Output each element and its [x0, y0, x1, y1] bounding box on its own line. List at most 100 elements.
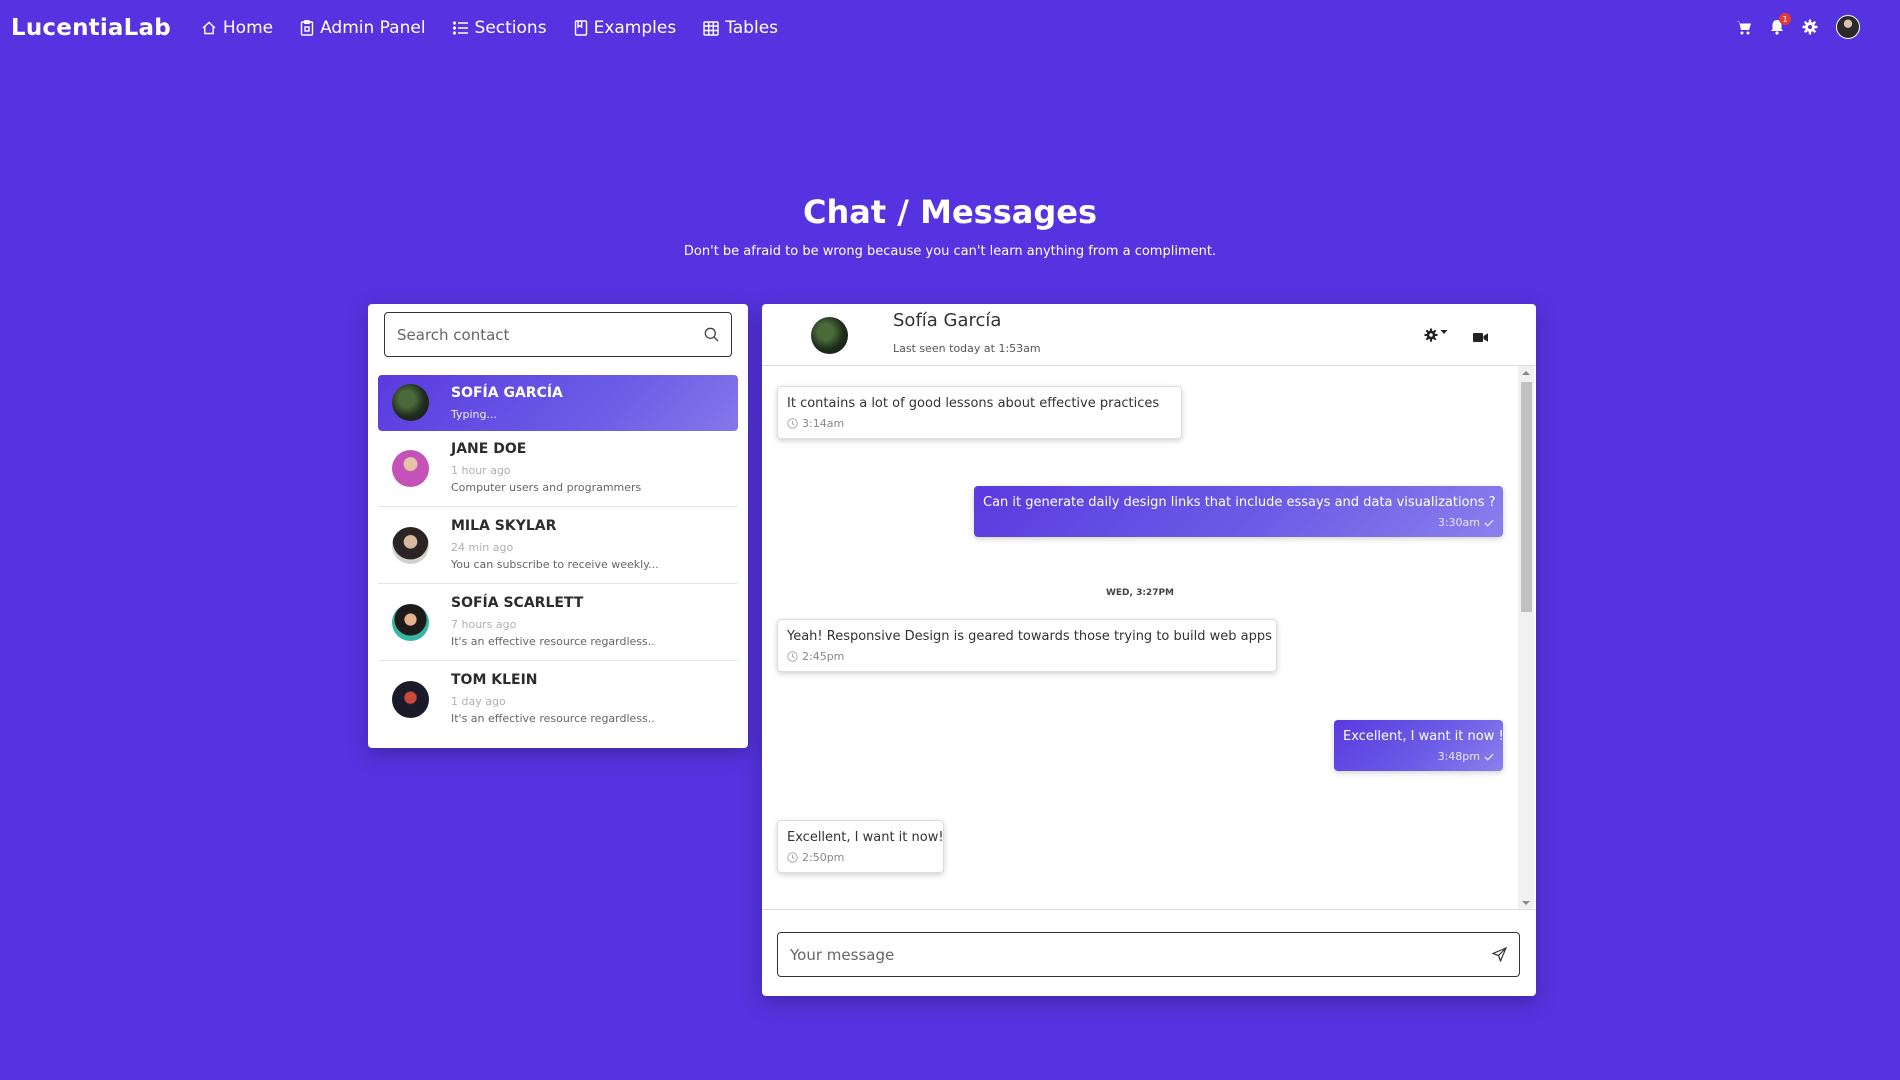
message-incoming: Yeah! Responsive Design is geared toward…: [777, 619, 1277, 672]
top-navbar: LucentiaLab Home Admin Panel Sections Ex…: [0, 0, 1900, 56]
notification-badge: 1: [1779, 13, 1791, 25]
contact-item-sofia-scarlett[interactable]: Sofía Scarlett 7 hours ago It's an effec…: [378, 585, 738, 661]
contact-name: Tom Klein: [451, 672, 538, 688]
message-outgoing: Can it generate daily design links that …: [974, 486, 1503, 537]
contact-name: Jane Doe: [451, 441, 527, 457]
message-time-label: 2:50pm: [802, 851, 845, 864]
message-input[interactable]: [790, 945, 1492, 964]
contact-preview: It's an effective resource regardless..: [451, 712, 655, 725]
gear-icon: [1424, 328, 1438, 342]
contact-status: 7 hours ago: [451, 618, 517, 631]
scrollbar-thumb[interactable]: [1521, 382, 1532, 612]
page-title: Chat / Messages: [802, 193, 1097, 231]
contact-preview: Computer users and programmers: [451, 481, 642, 494]
contacts-panel: Sofía García Typing... Jane Doe 1 hour a…: [368, 304, 748, 748]
message-text: Can it generate daily design links that …: [983, 495, 1496, 510]
contact-search-input[interactable]: [397, 325, 704, 344]
day-divider: WED, 3:27PM: [1105, 588, 1175, 598]
clipboard-icon: [300, 20, 314, 36]
send-button[interactable]: [1492, 947, 1507, 962]
contact-item-jane-doe[interactable]: Jane Doe 1 hour ago Computer users and p…: [378, 431, 738, 507]
contact-item-sofia-garcia[interactable]: Sofía García Typing...: [378, 375, 738, 431]
message-time-label: 2:45pm: [802, 650, 845, 663]
clock-icon: [787, 651, 798, 662]
message-text: Yeah! Responsive Design is geared toward…: [787, 629, 1272, 644]
nav-link-sections[interactable]: Sections: [452, 18, 547, 38]
bookmark-icon: [574, 20, 587, 36]
nav-link-home[interactable]: Home: [201, 18, 273, 38]
contact-name: Sofía García: [451, 385, 563, 401]
clock-icon: [787, 418, 798, 429]
message-time-label: 3:30am: [1437, 516, 1480, 529]
gear-icon: [1802, 19, 1818, 35]
page-subtitle: Don't be afraid to be wrong because you …: [683, 244, 1217, 259]
nav-link-label: Sections: [474, 18, 547, 38]
send-icon: [1492, 947, 1507, 962]
chat-messages: It contains a lot of good lessons about …: [762, 366, 1536, 909]
contact-avatar: [392, 527, 429, 564]
search-icon[interactable]: [704, 327, 719, 342]
video-camera-icon: [1473, 333, 1488, 342]
contact-item-mila-skylar[interactable]: Mila Skylar 24 min ago You can subscribe…: [378, 508, 738, 584]
navbar-actions: 1: [1718, 13, 1860, 39]
contact-item-tom-klein[interactable]: Tom Klein 1 day ago It's an effective re…: [378, 662, 738, 738]
message-incoming: Excellent, I want it now! 2:50pm: [777, 820, 944, 873]
scroll-down-arrow[interactable]: [1522, 901, 1530, 905]
message-text: Excellent, I want it now !: [1343, 729, 1504, 744]
contact-avatar: [392, 681, 429, 718]
contact-preview: You can subscribe to receive weekly...: [451, 558, 659, 571]
user-avatar[interactable]: [1836, 15, 1860, 39]
contact-status: 24 min ago: [451, 541, 514, 554]
message-time: 2:50pm: [787, 851, 934, 864]
message-text: It contains a lot of good lessons about …: [787, 396, 1160, 411]
chat-scrollbar[interactable]: [1518, 366, 1534, 909]
message-time-label: 3:48pm: [1437, 750, 1480, 763]
brand-logo[interactable]: LucentiaLab: [11, 15, 171, 41]
list-icon: [452, 21, 468, 35]
contact-preview: It's an effective resource regardless..: [451, 635, 655, 648]
contact-status: 1 hour ago: [451, 464, 511, 477]
scroll-up-arrow[interactable]: [1522, 371, 1530, 375]
contact-avatar: [392, 384, 429, 421]
chat-settings-dropdown[interactable]: [1424, 328, 1448, 342]
chat-contact-name: Sofía García: [893, 310, 1002, 331]
chat-panel: Sofía García Last seen today at 1:53am I…: [762, 304, 1536, 996]
video-call-button[interactable]: [1473, 328, 1488, 347]
message-time: 3:48pm: [1343, 750, 1494, 763]
nav-link-admin-panel[interactable]: Admin Panel: [300, 18, 426, 38]
notifications-button[interactable]: 1: [1770, 13, 1791, 35]
nav-link-label: Examples: [593, 18, 677, 38]
clock-icon: [787, 852, 798, 863]
nav-link-label: Tables: [725, 18, 779, 38]
nav-link-label: Home: [222, 18, 274, 38]
message-incoming: It contains a lot of good lessons about …: [777, 386, 1182, 439]
settings-button[interactable]: [1802, 19, 1818, 35]
contact-avatar: [392, 604, 429, 641]
nav-link-label: Admin Panel: [320, 18, 426, 38]
message-time: 2:45pm: [787, 650, 1267, 663]
home-icon: [202, 21, 216, 35]
cart-button[interactable]: [1736, 20, 1752, 35]
contact-name: Sofía Scarlett: [451, 595, 584, 611]
table-icon: [703, 20, 719, 36]
caret-down-icon: [1440, 330, 1448, 334]
contact-name: Mila Skylar: [451, 518, 557, 534]
check-icon: [1484, 753, 1494, 761]
message-time: 3:30am: [983, 516, 1494, 529]
chat-composer: [762, 909, 1536, 996]
chat-contact-avatar[interactable]: [811, 317, 848, 354]
message-text: Excellent, I want it now!: [787, 830, 944, 845]
nav-link-tables[interactable]: Tables: [703, 18, 778, 38]
message-input-box[interactable]: [777, 932, 1520, 977]
contact-avatar: [392, 450, 429, 487]
chat-header: Sofía García Last seen today at 1:53am: [762, 304, 1536, 366]
chat-last-seen: Last seen today at 1:53am: [893, 342, 1041, 355]
contact-search-box[interactable]: [384, 312, 732, 357]
contact-status: 1 day ago: [451, 695, 506, 708]
check-icon: [1484, 519, 1494, 527]
contact-status: Typing...: [451, 408, 497, 421]
nav-link-examples[interactable]: Examples: [574, 18, 677, 38]
message-time-label: 3:14am: [802, 417, 845, 430]
message-outgoing: Excellent, I want it now ! 3:48pm: [1334, 720, 1504, 771]
message-time: 3:14am: [787, 417, 1172, 430]
